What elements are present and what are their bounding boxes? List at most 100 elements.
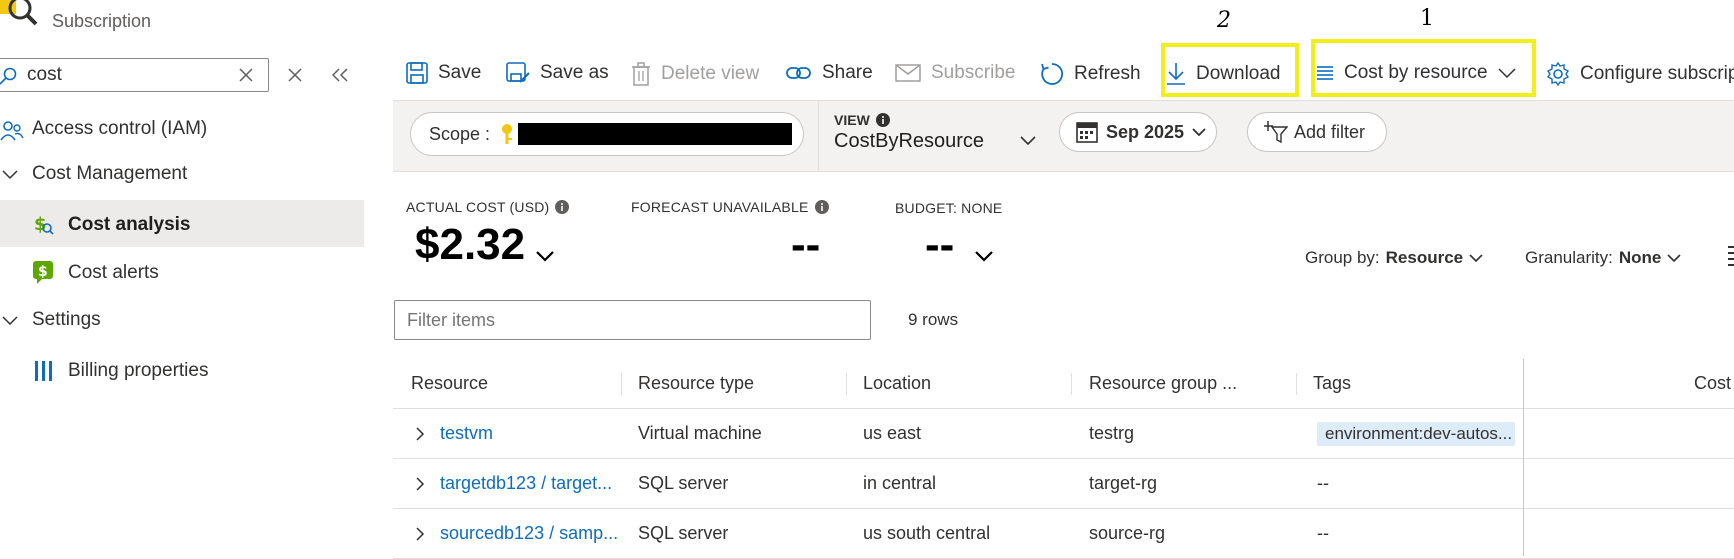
page-subtitle: Subscription — [52, 11, 152, 31]
scope-pill[interactable]: Scope : — [410, 112, 804, 156]
resource-link[interactable]: testvm — [440, 409, 493, 458]
subscription-logo-icon — [0, 0, 40, 38]
column-header-resource[interactable]: Resource — [411, 359, 488, 408]
sidebar-item-label: Cost alerts — [68, 262, 159, 283]
trash-icon — [632, 62, 650, 86]
clear-search-icon[interactable] — [239, 68, 253, 82]
view-selector[interactable]: VIEW CostByResource — [834, 112, 984, 153]
save-as-icon — [506, 62, 530, 83]
column-header-location[interactable]: Location — [863, 359, 931, 408]
chevron-right-icon[interactable] — [415, 527, 425, 541]
svg-text:$: $ — [38, 264, 48, 280]
refresh-icon — [1041, 63, 1064, 85]
configure-subscription-button[interactable]: Configure subscription — [1546, 62, 1734, 86]
info-icon — [555, 200, 570, 214]
forecast-label: FORECAST UNAVAILABLE — [631, 199, 829, 215]
refresh-button[interactable]: Refresh — [1040, 62, 1141, 86]
resource-group-cell: testrg — [1089, 423, 1135, 443]
subscribe-button[interactable]: Subscribe — [895, 62, 1016, 84]
granularity-dropdown[interactable]: Granularity: None — [1525, 248, 1681, 268]
column-header-cost[interactable]: Cost — [1694, 359, 1731, 408]
resource-group-cell: source-rg — [1089, 523, 1166, 543]
chevron-right-icon[interactable] — [415, 427, 425, 441]
chevron-down-icon — [1498, 68, 1516, 79]
chevron-right-icon[interactable] — [415, 477, 425, 491]
tag-chip: environment:dev-autos... — [1317, 421, 1515, 446]
resource-link[interactable]: targetdb123 / target... — [440, 459, 612, 508]
budget-value: -- — [925, 220, 955, 269]
sidebar-search-box[interactable] — [0, 58, 269, 92]
location-cell: in central — [863, 473, 937, 493]
annotation-mark-1: 1 — [1420, 6, 1434, 31]
save-as-button[interactable]: Save as — [506, 62, 609, 84]
view-label: VIEW — [834, 112, 870, 128]
sidebar-group-label: Cost Management — [32, 163, 188, 184]
table-row[interactable]: testvm Virtual machine us east testrg en… — [393, 409, 1734, 459]
info-icon — [814, 200, 829, 214]
subscribe-label: Subscribe — [931, 62, 1016, 83]
collapse-sidebar-icon[interactable] — [332, 68, 348, 82]
save-label: Save — [438, 62, 482, 83]
close-icon[interactable] — [288, 68, 302, 82]
cost-analysis-icon: $ — [34, 214, 54, 235]
key-icon — [502, 124, 513, 144]
tags-cell: -- — [1317, 523, 1329, 543]
row-count: 9 rows — [908, 310, 959, 329]
chevron-down-icon — [1667, 254, 1681, 263]
chevron-down-icon — [2, 170, 18, 180]
share-button[interactable]: Share — [786, 62, 873, 84]
resource-group-cell: target-rg — [1089, 473, 1158, 493]
redacted-scope — [518, 123, 793, 145]
group-by-dropdown[interactable]: Group by: Resource — [1305, 248, 1483, 268]
tags-cell: -- — [1317, 473, 1329, 493]
chevron-down-icon[interactable] — [536, 250, 554, 262]
chevron-down-icon — [1192, 128, 1206, 137]
list-icon — [1317, 66, 1333, 80]
calendar-icon — [1076, 122, 1098, 143]
sidebar-item-label: Cost analysis — [68, 214, 191, 235]
resource-link[interactable]: sourcedb123 / samp... — [440, 509, 618, 558]
cost-by-resource-dropdown[interactable]: Cost by resource — [1316, 62, 1516, 84]
scope-label: Scope : — [429, 123, 491, 144]
cost-alerts-icon: $ — [33, 261, 53, 284]
download-button[interactable]: Download — [1166, 62, 1281, 86]
delete-view-button[interactable]: Delete view — [631, 62, 759, 86]
frozen-column-divider — [1523, 359, 1524, 556]
column-header-tags[interactable]: Tags — [1313, 359, 1351, 408]
column-header-resource-type[interactable]: Resource type — [638, 359, 754, 408]
column-header-resource-group[interactable]: Resource group ... — [1089, 359, 1237, 408]
table-header-row: Resource Resource type Location Resource… — [393, 359, 1734, 409]
save-button[interactable]: Save — [406, 62, 481, 84]
chevron-down-icon — [1469, 254, 1483, 263]
date-label: Sep 2025 — [1106, 121, 1185, 142]
gear-icon — [1546, 62, 1570, 86]
annotation-mark-2: 2 — [1217, 8, 1231, 33]
info-icon — [875, 113, 890, 127]
filter-items-input[interactable] — [407, 309, 847, 331]
mail-icon — [895, 64, 921, 82]
refresh-label: Refresh — [1074, 63, 1141, 84]
resource-type-cell: Virtual machine — [638, 423, 762, 443]
share-link-icon — [786, 67, 811, 79]
sidebar-search-input[interactable] — [27, 63, 227, 87]
delete-view-label: Delete view — [661, 63, 760, 84]
people-icon — [0, 121, 24, 141]
chevron-down-icon[interactable] — [975, 250, 993, 262]
save-as-label: Save as — [540, 62, 609, 83]
view-value: CostByResource — [834, 130, 985, 152]
configure-label: Configure subscription — [1580, 63, 1734, 84]
more-options-icon[interactable] — [1728, 244, 1734, 268]
add-filter-pill[interactable]: Add filter — [1247, 112, 1387, 152]
download-icon — [1167, 63, 1185, 85]
download-label: Download — [1196, 63, 1281, 84]
add-filter-icon — [1264, 121, 1288, 143]
location-cell: us east — [863, 423, 922, 443]
table-row[interactable]: sourcedb123 / samp... SQL server us sout… — [393, 509, 1734, 559]
table-row[interactable]: targetdb123 / target... SQL server in ce… — [393, 459, 1734, 509]
filter-items-box[interactable] — [394, 300, 871, 340]
date-picker-pill[interactable]: Sep 2025 — [1059, 112, 1217, 152]
chevron-down-icon[interactable] — [1020, 135, 1036, 147]
add-filter-label: Add filter — [1294, 121, 1366, 142]
resource-type-cell: SQL server — [638, 473, 729, 493]
search-icon — [0, 67, 17, 85]
